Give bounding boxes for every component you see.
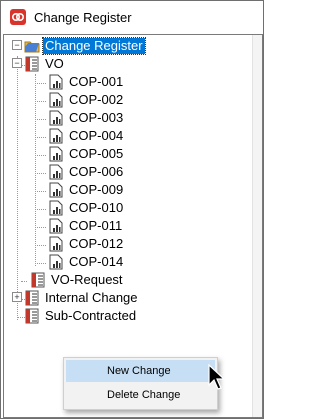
tree-node-cop-004[interactable]: COP-004: [48, 127, 125, 145]
tree-node-change-register[interactable]: Change Register: [24, 37, 146, 55]
tree-node-label: COP-009: [69, 182, 124, 197]
vertical-scrollbar[interactable]: [252, 35, 262, 417]
tree-node-cop-002[interactable]: COP-002: [48, 91, 125, 109]
document-chart-icon: [49, 164, 63, 180]
tree-line: [35, 74, 36, 266]
document-chart-icon: [49, 128, 63, 144]
tree-node-cop-009[interactable]: COP-009: [48, 181, 125, 199]
document-chart-icon: [49, 182, 63, 198]
mouse-pointer-icon: [208, 364, 226, 390]
tree-line: [35, 155, 46, 156]
tree-node-label: VO: [45, 56, 64, 71]
tree-line: [21, 281, 27, 282]
tree-node-label: COP-010: [69, 200, 124, 215]
register-book-icon: [25, 308, 39, 324]
register-book-icon: [31, 272, 45, 288]
tree-node-label: COP-002: [69, 92, 124, 107]
tree-node-label: COP-004: [69, 128, 124, 143]
app-icon: [10, 9, 26, 25]
tree-line: [35, 101, 46, 102]
tree-node-cop-005[interactable]: COP-005: [48, 145, 125, 163]
tree-node-internal-change[interactable]: Internal Change: [24, 289, 140, 307]
window-title: Change Register: [34, 10, 132, 25]
tree-node-vo[interactable]: VO: [24, 55, 66, 73]
delete-change-menu-item[interactable]: Delete Change: [66, 384, 215, 406]
title-bar: Change Register: [1, 1, 263, 33]
document-chart-icon: [49, 200, 63, 216]
tree-node-label: COP-011: [69, 218, 123, 233]
document-chart-icon: [49, 110, 63, 126]
tree-node-label: COP-003: [69, 110, 124, 125]
tree-node-cop-006[interactable]: COP-006: [48, 163, 125, 181]
document-chart-icon: [49, 146, 63, 162]
tree-node-vo-request[interactable]: VO-Request: [30, 271, 125, 289]
tree-line: [35, 83, 46, 84]
tree-node-cop-001[interactable]: COP-001: [48, 73, 125, 91]
tree-node-label: COP-014: [69, 254, 124, 269]
folder-icon: [24, 41, 40, 53]
context-menu: New Change Delete Change: [63, 357, 218, 410]
tree-node-cop-011[interactable]: COP-011: [48, 217, 124, 235]
tree-line: [35, 137, 46, 138]
tree-node-label: Change Register: [42, 37, 146, 55]
expand-internal-change-toggle[interactable]: +: [12, 292, 22, 302]
collapse-vo-toggle[interactable]: −: [12, 58, 22, 68]
tree-node-label: COP-001: [69, 74, 124, 89]
tree-line: [35, 227, 46, 228]
tree-node-cop-003[interactable]: COP-003: [48, 109, 125, 127]
tree-line: [35, 263, 46, 264]
document-chart-icon: [49, 92, 63, 108]
tree-node-label: VO-Request: [51, 272, 123, 287]
tree-node-label: Sub-Contracted: [45, 308, 137, 323]
tree-line: [35, 191, 46, 192]
tree-node-label: COP-012: [69, 236, 124, 251]
tree-node-label: Internal Change: [45, 290, 138, 305]
new-change-menu-item[interactable]: New Change: [66, 360, 215, 382]
register-book-icon: [25, 56, 39, 72]
document-chart-icon: [49, 218, 63, 234]
tree-node-cop-010[interactable]: COP-010: [48, 199, 125, 217]
register-book-icon: [25, 290, 39, 306]
document-chart-icon: [49, 74, 63, 90]
tree-node-label: COP-005: [69, 146, 124, 161]
tree-node-label: COP-006: [69, 164, 124, 179]
tree-line: [17, 56, 18, 320]
tree-line: [35, 119, 46, 120]
tree-line: [35, 209, 46, 210]
document-chart-icon: [49, 254, 63, 270]
tree-node-cop-012[interactable]: COP-012: [48, 235, 125, 253]
collapse-root-toggle[interactable]: −: [12, 40, 22, 50]
tree-node-cop-014[interactable]: COP-014: [48, 253, 125, 271]
tree-line: [35, 245, 46, 246]
tree-node-sub-contracted[interactable]: Sub-Contracted: [24, 307, 138, 325]
tree-line: [35, 173, 46, 174]
document-chart-icon: [49, 236, 63, 252]
